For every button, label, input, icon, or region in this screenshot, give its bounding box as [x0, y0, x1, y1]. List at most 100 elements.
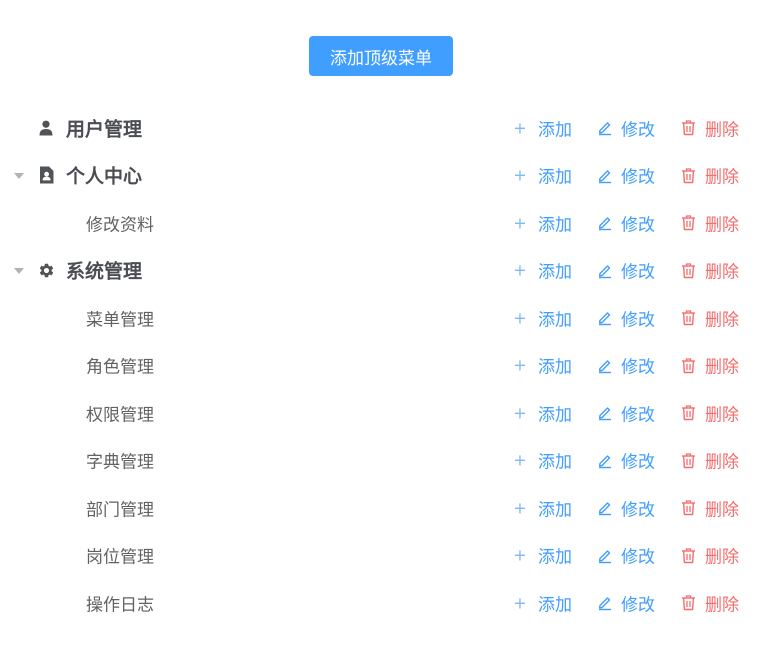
menu-tree-row[interactable]: 角色管理 + 添加 修改 删除 — [0, 342, 768, 390]
delete-button[interactable]: 删除 — [680, 495, 739, 520]
edit-icon — [596, 357, 613, 374]
edit-icon — [596, 167, 613, 184]
delete-label: 删除 — [705, 595, 739, 616]
add-label: 添加 — [538, 310, 572, 331]
menu-tree-row[interactable]: 岗位管理 + 添加 修改 删除 — [0, 532, 768, 580]
add-label: 添加 — [538, 262, 572, 283]
delete-button[interactable]: 删除 — [680, 305, 739, 330]
gear-icon — [37, 261, 55, 279]
edit-icon — [596, 499, 613, 516]
add-child-button[interactable]: + 添加 — [513, 590, 572, 616]
menu-tree-row[interactable]: 菜单管理 + 添加 修改 删除 — [0, 294, 768, 342]
add-child-button[interactable]: + 添加 — [513, 543, 572, 568]
delete-button[interactable]: 删除 — [680, 590, 739, 615]
add-top-level-menu-button[interactable]: 添加顶级菜单 — [309, 36, 453, 76]
edit-label: 修改 — [621, 357, 655, 378]
menu-tree-row[interactable]: 权限管理 + 添加 修改 删除 — [0, 389, 768, 437]
delete-button[interactable]: 删除 — [680, 543, 739, 568]
trash-icon — [680, 499, 697, 516]
edit-button[interactable]: 修改 — [596, 400, 655, 425]
edit-button[interactable]: 修改 — [596, 210, 655, 235]
edit-label: 修改 — [621, 262, 655, 283]
edit-label: 修改 — [621, 215, 655, 236]
add-child-button[interactable]: + 添加 — [513, 495, 572, 521]
edit-label: 修改 — [621, 500, 655, 521]
delete-button[interactable]: 删除 — [680, 210, 739, 235]
profile-badge-icon — [37, 166, 55, 184]
menu-item-label: 个人中心 — [66, 165, 143, 188]
menu-tree-row[interactable]: 个人中心 + 添加 修改 删除 — [0, 152, 768, 200]
add-child-button[interactable]: + 添加 — [513, 400, 572, 425]
menu-tree-row[interactable]: 修改资料 + 添加 修改 删除 — [0, 199, 768, 247]
add-label: 添加 — [538, 357, 572, 378]
menu-tree-row[interactable]: 系统管理 + 添加 修改 删除 — [0, 247, 768, 295]
add-child-button[interactable]: + 添加 — [513, 163, 572, 188]
add-label: 添加 — [538, 215, 572, 236]
add-label: 添加 — [538, 167, 572, 188]
plus-icon: + — [513, 355, 527, 375]
plus-icon: + — [513, 450, 527, 470]
delete-label: 删除 — [705, 215, 739, 236]
menu-tree-row[interactable]: 操作日志 + 添加 修改 删除 — [0, 579, 768, 627]
menu-item-label: 操作日志 — [86, 595, 154, 616]
delete-button[interactable]: 删除 — [680, 448, 739, 473]
delete-label: 删除 — [705, 120, 739, 141]
delete-label: 删除 — [705, 452, 739, 473]
edit-button[interactable]: 修改 — [596, 258, 655, 283]
menu-tree-row[interactable]: 用户管理 + 添加 修改 删除 — [0, 104, 768, 152]
edit-button[interactable]: 修改 — [596, 115, 655, 140]
edit-icon — [596, 547, 613, 564]
add-child-button[interactable]: + 添加 — [513, 305, 572, 331]
delete-label: 删除 — [705, 547, 739, 568]
plus-icon: + — [513, 403, 527, 423]
plus-icon: + — [513, 545, 527, 565]
menu-item-label: 系统管理 — [66, 260, 143, 283]
add-child-button[interactable]: + 添加 — [513, 258, 572, 283]
delete-label: 删除 — [705, 167, 739, 188]
edit-button[interactable]: 修改 — [596, 543, 655, 568]
add-child-button[interactable]: + 添加 — [513, 210, 572, 236]
edit-icon — [596, 262, 613, 279]
delete-button[interactable]: 删除 — [680, 400, 739, 425]
trash-icon — [680, 547, 697, 564]
plus-icon: + — [513, 213, 527, 233]
edit-label: 修改 — [621, 405, 655, 426]
trash-icon — [680, 167, 697, 184]
add-child-button[interactable]: + 添加 — [513, 115, 572, 141]
edit-label: 修改 — [621, 310, 655, 331]
menu-item-label: 岗位管理 — [86, 547, 154, 568]
edit-button[interactable]: 修改 — [596, 353, 655, 378]
expand-caret-icon[interactable] — [14, 173, 24, 180]
delete-button[interactable]: 删除 — [680, 115, 739, 140]
plus-icon: + — [513, 118, 527, 138]
delete-label: 删除 — [705, 405, 739, 426]
delete-button[interactable]: 删除 — [680, 353, 739, 378]
edit-button[interactable]: 修改 — [596, 590, 655, 615]
edit-button[interactable]: 修改 — [596, 495, 655, 520]
menu-tree-row[interactable]: 部门管理 + 添加 修改 删除 — [0, 484, 768, 532]
edit-icon — [596, 594, 613, 611]
edit-label: 修改 — [621, 167, 655, 188]
trash-icon — [680, 404, 697, 421]
edit-button[interactable]: 修改 — [596, 448, 655, 473]
plus-icon: + — [513, 498, 527, 518]
delete-label: 删除 — [705, 310, 739, 331]
menu-item-label: 字典管理 — [86, 452, 154, 473]
delete-button[interactable]: 删除 — [680, 258, 739, 283]
menu-tree: 用户管理 + 添加 修改 删除 个人中心 + 添加 修改 删除 修改资料 + 添加 修改 删除 系统管理 + 添加… — [0, 104, 768, 627]
edit-button[interactable]: 修改 — [596, 305, 655, 330]
add-child-button[interactable]: + 添加 — [513, 448, 572, 473]
add-label: 添加 — [538, 500, 572, 521]
edit-button[interactable]: 修改 — [596, 163, 655, 188]
trash-icon — [680, 262, 697, 279]
add-label: 添加 — [538, 120, 572, 141]
delete-label: 删除 — [705, 357, 739, 378]
add-label: 添加 — [538, 547, 572, 568]
delete-button[interactable]: 删除 — [680, 163, 739, 188]
add-child-button[interactable]: + 添加 — [513, 353, 572, 378]
menu-tree-row[interactable]: 字典管理 + 添加 修改 删除 — [0, 437, 768, 485]
trash-icon — [680, 309, 697, 326]
delete-label: 删除 — [705, 262, 739, 283]
add-label: 添加 — [538, 595, 572, 616]
expand-caret-icon[interactable] — [14, 268, 24, 275]
